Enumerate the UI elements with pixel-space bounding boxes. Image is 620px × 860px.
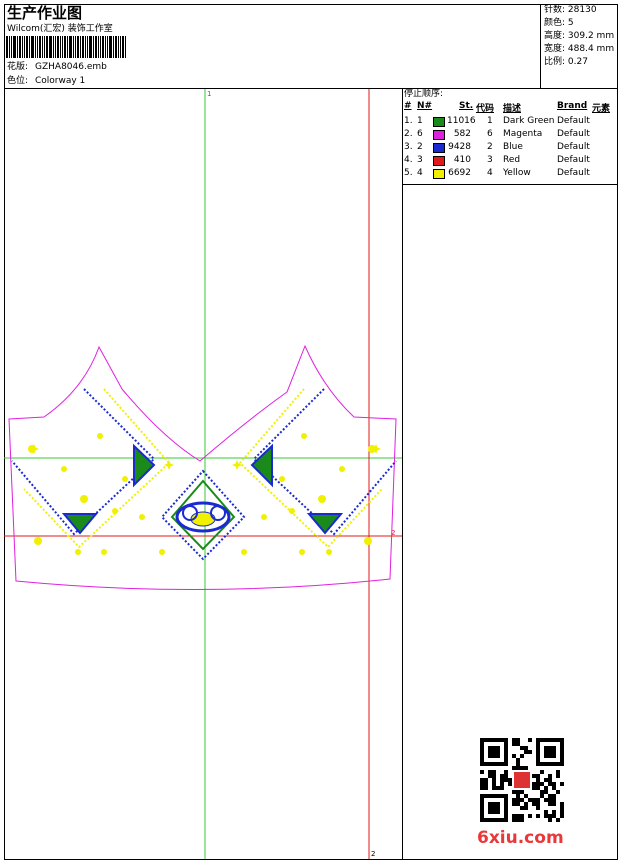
- stat-height: 高度: 309.2 mm: [544, 31, 615, 41]
- legend-cell-st: 6692: [448, 168, 471, 178]
- column-divider: [402, 88, 403, 859]
- header-brand: Brand: [557, 101, 588, 111]
- legend-cell-brand: Default: [557, 155, 590, 165]
- legend-cell-n: 3: [417, 155, 423, 165]
- stat-colors: 颜色: 5: [544, 18, 574, 28]
- color-swatch: [433, 143, 445, 153]
- legend-cell-hash: 1.: [404, 116, 413, 126]
- design-file: GZHA8046.emb: [35, 62, 107, 72]
- company-name: Wilcom(汇宏) 装饰工作室: [7, 24, 113, 34]
- legend-cell-code: 4: [487, 168, 493, 178]
- legend-cell-st: 9428: [448, 142, 471, 152]
- colorway-label: 色位:: [7, 76, 29, 86]
- color-swatch: [433, 117, 445, 127]
- legend-cell-code: 2: [487, 142, 493, 152]
- header-st: St.: [459, 101, 474, 111]
- green-triangle: [133, 443, 156, 488]
- header-element: 元素: [592, 104, 611, 114]
- stat-width: 宽度: 488.4 mm: [544, 44, 615, 54]
- legend-row: 1. 1 11016 1 Dark Green Default: [403, 115, 618, 128]
- stat-scale: 比例: 0.27: [544, 57, 588, 67]
- color-swatch: [433, 156, 445, 166]
- legend-cell-desc: Magenta: [503, 129, 543, 139]
- legend-cell-st: 582: [453, 129, 471, 139]
- header-hash: #: [404, 101, 412, 111]
- legend-cell-hash: 4.: [404, 155, 413, 165]
- legend-cell-brand: Default: [557, 116, 590, 126]
- guide-top-label: 1: [207, 90, 211, 98]
- design-label: 花版:: [7, 62, 29, 72]
- header-code: 代码: [476, 104, 495, 114]
- stats-panel: 针数: 28130 颜色: 5 高度: 309.2 mm 宽度: 488.4 m…: [540, 4, 619, 88]
- watermark-text: 6xiu.com: [477, 828, 564, 848]
- color-swatch: [433, 130, 445, 140]
- barcode: [6, 36, 150, 58]
- legend-cell-st: 410: [453, 155, 471, 165]
- legend-cell-brand: Default: [557, 129, 590, 139]
- legend-cell-n: 2: [417, 142, 423, 152]
- legend-cell-desc: Red: [503, 155, 521, 165]
- legend-cell-code: 3: [487, 155, 493, 165]
- legend-cell-brand: Default: [557, 168, 590, 178]
- header-desc: 描述: [503, 104, 522, 114]
- legend-header-row: # N# St. 代码 描述 Brand 元素: [403, 101, 618, 114]
- legend-cell-desc: Dark Green: [503, 116, 555, 126]
- legend-row: 4. 3 410 3 Red Default: [403, 154, 618, 167]
- legend-cell-n: 1: [417, 116, 423, 126]
- center-medallion: [160, 469, 246, 561]
- legend-cell-hash: 3.: [404, 142, 413, 152]
- legend-cell-n: 6: [417, 129, 423, 139]
- legend-cell-desc: Blue: [503, 142, 523, 152]
- qr-code: [480, 738, 564, 822]
- legend-cell-n: 4: [417, 168, 423, 178]
- legend-cell-desc: Yellow: [503, 168, 531, 178]
- color-swatch: [433, 169, 445, 179]
- guide-bottom-label: 2: [371, 850, 375, 858]
- colorway-value: Colorway 1: [35, 76, 86, 86]
- legend-row: 2. 6 582 6 Magenta Default: [403, 128, 618, 141]
- legend-cell-hash: 5.: [404, 168, 413, 178]
- legend-cell-brand: Default: [557, 142, 590, 152]
- color-sequence-legend: 停止顺序: # N# St. 代码 描述 Brand 元素 1. 1 11016 1 D…: [403, 89, 618, 185]
- legend-row: 3. 2 9428 2 Blue Default: [403, 141, 618, 154]
- page-title: 生产作业图: [7, 4, 83, 22]
- stat-stitches: 针数: 28130: [544, 5, 597, 15]
- legend-cell-st: 11016: [447, 116, 476, 126]
- legend-cell-code: 6: [487, 129, 493, 139]
- legend-cell-hash: 2.: [404, 129, 413, 139]
- legend-row: 5. 4 6692 4 Yellow Default: [403, 167, 618, 180]
- embroidery-canvas: 1 2 2: [4, 89, 402, 859]
- green-triangle: [61, 513, 99, 535]
- crown-outline: [8, 344, 397, 591]
- legend-cell-code: 1: [487, 116, 493, 126]
- header-n: N#: [417, 101, 433, 111]
- legend-title: 停止顺序:: [404, 89, 444, 99]
